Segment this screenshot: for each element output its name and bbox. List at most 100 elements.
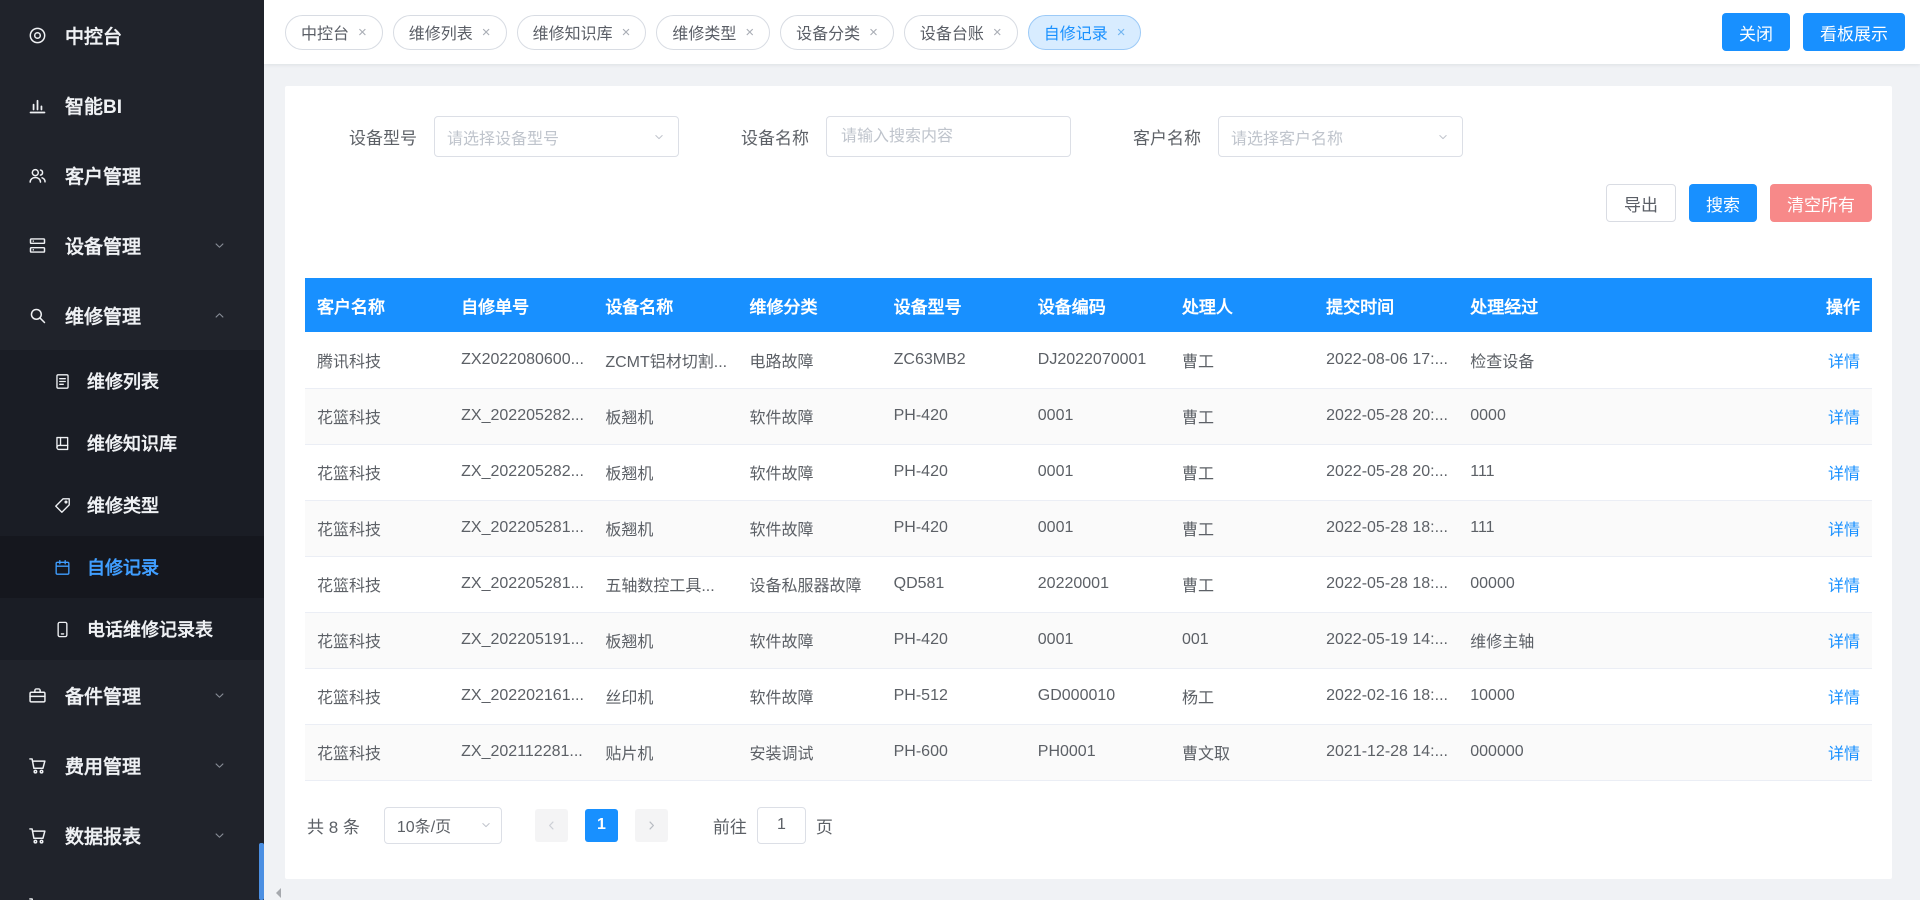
table-cell: 花篮科技: [305, 724, 449, 780]
table-row: 花篮科技ZX_202112281...贴片机安装调试PH-600PH0001曹文…: [305, 724, 1872, 780]
sidebar-item-repair-knowledge[interactable]: 维修知识库: [0, 412, 264, 474]
repair-icon: [27, 305, 48, 326]
sidebar-item-label: 设备管理: [65, 232, 141, 259]
table-cell: PH0001: [1026, 724, 1170, 780]
tab-chip-1[interactable]: 中控台×: [285, 15, 383, 50]
prev-page-button[interactable]: [535, 809, 568, 842]
detail-link[interactable]: 详情: [1828, 466, 1860, 483]
customer-name-select[interactable]: 请选择客户名称: [1218, 116, 1463, 157]
board-display-button[interactable]: 看板展示: [1803, 13, 1905, 51]
table-row: 花篮科技ZX_202205281...板翘机软件故障PH-4200001曹工20…: [305, 500, 1872, 556]
table-cell: 2022-05-28 20:...: [1314, 444, 1458, 500]
total-count: 共 8 条: [307, 813, 360, 838]
content-card: 设备型号 请选择设备型号 设备名称 客户名称 请选择客户名称: [285, 86, 1892, 879]
column-header: 设备型号: [882, 278, 1026, 332]
table-cell: PH-420: [882, 444, 1026, 500]
sidebar-item-phone-repair-record[interactable]: 电话维修记录表: [0, 598, 264, 660]
table-cell: 五轴数控工具...: [593, 556, 737, 612]
cart-icon: [27, 825, 48, 846]
sidebar-item-repair-type[interactable]: 维修类型: [0, 474, 264, 536]
next-page-button[interactable]: [635, 809, 668, 842]
device-name-input[interactable]: [826, 116, 1071, 157]
table-row: 花篮科技ZX_202205282...板翘机软件故障PH-4200001曹工20…: [305, 388, 1872, 444]
close-icon[interactable]: ×: [358, 25, 367, 40]
tab-chip-6[interactable]: 设备台账 ×: [904, 15, 1018, 50]
close-icon[interactable]: ×: [622, 25, 631, 40]
close-icon[interactable]: ×: [1117, 25, 1126, 40]
filter-device-name: 设备名称: [741, 116, 1071, 157]
goto-page-input[interactable]: [757, 807, 806, 844]
close-icon[interactable]: ×: [745, 25, 754, 40]
sidebar-item-more[interactable]: [0, 870, 264, 900]
table-body: 腾讯科技ZX2022080600...ZCMT铝材切割...电路故障ZC63MB…: [305, 332, 1872, 780]
detail-link[interactable]: 详情: [1828, 410, 1860, 427]
device-model-label: 设备型号: [349, 124, 417, 149]
close-button[interactable]: 关闭: [1722, 13, 1790, 51]
tab-chip-5[interactable]: 设备分类×: [780, 15, 894, 50]
table-cell: PH-420: [882, 612, 1026, 668]
export-button[interactable]: 导出: [1606, 184, 1676, 222]
chevron-down-icon: [212, 688, 227, 703]
tab-chip-7[interactable]: 自修记录×: [1028, 15, 1142, 50]
table-cell-actions: 详情: [1792, 500, 1872, 556]
table-row: 花篮科技ZX_202202161...丝印机软件故障PH-512GD000010…: [305, 668, 1872, 724]
clear-all-button[interactable]: 清空所有: [1770, 184, 1872, 222]
table-cell: 腾讯科技: [305, 332, 449, 388]
tab-chip-3[interactable]: 维修知识库 ×: [517, 15, 647, 50]
sidebar-item-spare-parts[interactable]: 备件管理: [0, 660, 264, 730]
sidebar-item-data-report[interactable]: 数据报表: [0, 800, 264, 870]
table-cell: 杨工: [1170, 668, 1314, 724]
column-header: 设备名称: [593, 278, 737, 332]
sidebar-item-label: 数据报表: [65, 822, 141, 849]
sidebar-item-device-mgmt[interactable]: 设备管理: [0, 210, 264, 280]
table-cell: 花篮科技: [305, 668, 449, 724]
table-row: 花篮科技ZX_202205191...板翘机软件故障PH-42000010012…: [305, 612, 1872, 668]
filter-customer-name: 客户名称 请选择客户名称: [1133, 116, 1463, 157]
detail-link[interactable]: 详情: [1828, 578, 1860, 595]
tab-chip-2[interactable]: 维修列表 ×: [393, 15, 507, 50]
search-button[interactable]: 搜索: [1689, 184, 1757, 222]
sidebar-item-console[interactable]: 中控台: [0, 0, 264, 70]
chevron-up-icon: [212, 308, 227, 323]
close-icon[interactable]: ×: [482, 25, 491, 40]
cart-icon: [27, 755, 48, 776]
close-icon[interactable]: ×: [869, 25, 878, 40]
column-header: 客户名称: [305, 278, 449, 332]
sidebar-item-expense-mgmt[interactable]: 费用管理: [0, 730, 264, 800]
submenu-repair-mgmt: 维修列表维修知识库维修类型自修记录电话维修记录表: [0, 350, 264, 660]
sidebar-item-customer-mgmt[interactable]: 客户管理: [0, 140, 264, 210]
horizontal-scrollbar-left-arrow[interactable]: [271, 888, 281, 898]
tab-label: 维修列表: [409, 20, 473, 44]
table-cell: ZX_202112281...: [449, 724, 593, 780]
chevron-right-icon: [644, 818, 659, 833]
table-cell: 丝印机: [593, 668, 737, 724]
detail-link[interactable]: 详情: [1828, 522, 1860, 539]
tag-icon: [53, 496, 72, 515]
sidebar-item-label: 维修知识库: [87, 430, 177, 456]
sidebar-item-smart-bi[interactable]: 智能BI: [0, 70, 264, 140]
tab-bar: 中控台×维修列表×维修知识库×维修类型×设备分类×设备台账×自修记录×: [285, 15, 1706, 50]
detail-link[interactable]: 详情: [1828, 746, 1860, 763]
current-page-button[interactable]: 1: [585, 809, 618, 842]
table-cell: 软件故障: [737, 668, 881, 724]
topbar: 中控台×维修列表×维修知识库×维修类型×设备分类×设备台账×自修记录× 关闭 看…: [264, 0, 1920, 64]
tab-label: 维修知识库: [533, 20, 613, 44]
table-cell: 软件故障: [737, 500, 881, 556]
page-size-select[interactable]: 10条/页: [384, 807, 502, 844]
tab-label: 设备台账: [920, 20, 984, 44]
sidebar-item-repair-list[interactable]: 维修列表: [0, 350, 264, 412]
device-model-select[interactable]: 请选择设备型号: [434, 116, 679, 157]
self-repair-table: 客户名称自修单号设备名称维修分类设备型号设备编码处理人提交时间处理经过操作 腾讯…: [305, 278, 1872, 781]
tab-chip-4[interactable]: 维修类型×: [656, 15, 770, 50]
book-icon: [53, 434, 72, 453]
detail-link[interactable]: 详情: [1828, 354, 1860, 371]
goto-prefix: 前往: [713, 813, 747, 838]
sidebar-item-label: 中控台: [65, 22, 122, 49]
sidebar-item-repair-mgmt[interactable]: 维修管理: [0, 280, 264, 350]
chevron-down-icon: [212, 828, 227, 843]
close-icon[interactable]: ×: [993, 25, 1002, 40]
table-cell-actions: 详情: [1792, 388, 1872, 444]
sidebar-item-self-repair-record[interactable]: 自修记录: [0, 536, 264, 598]
detail-link[interactable]: 详情: [1828, 634, 1860, 651]
detail-link[interactable]: 详情: [1828, 690, 1860, 707]
